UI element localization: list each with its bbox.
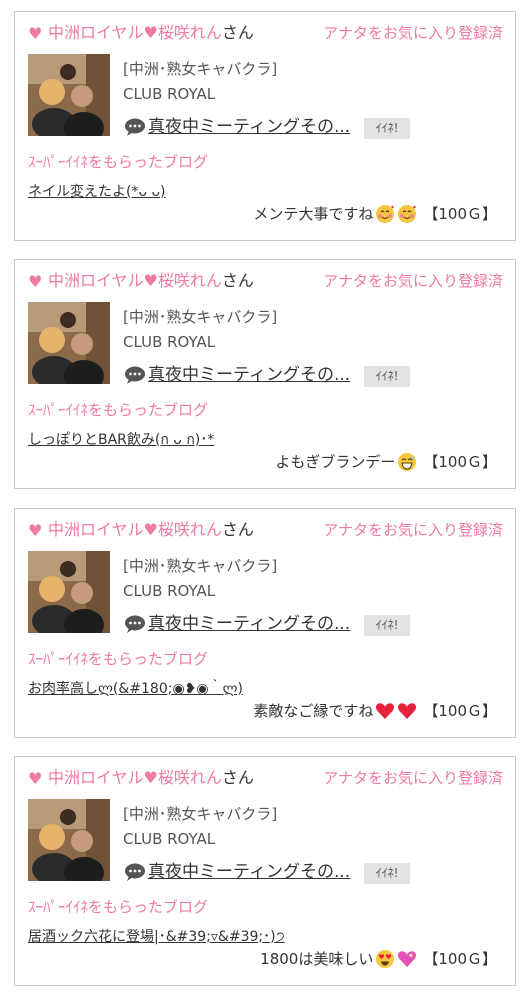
- super-iine-label: ｽｰﾊﾟｰｲｲﾈをもらったブログ: [28, 898, 209, 916]
- cast-name-link[interactable]: 中洲ロイヤル♥桜咲れんさん: [48, 767, 254, 789]
- cast-name-link[interactable]: 中洲ロイヤル♥桜咲れんさん: [48, 22, 254, 44]
- gift-comment: 素敵なご縁ですね 【100Ｇ】: [253, 699, 497, 723]
- heart-icon: ♥: [28, 272, 43, 291]
- gift-comment: よもぎブランデー 【100Ｇ】: [275, 450, 497, 474]
- iine-button[interactable]: ｲｲﾈ!: [364, 118, 410, 139]
- shop-name: 中洲ロイヤル: [48, 520, 144, 539]
- cast-photo[interactable]: [28, 302, 110, 384]
- super-iine-card: ♥ 中洲ロイヤル♥桜咲れんさん アナタをお気に入り登録済 [中洲･熟女キャバクラ…: [14, 11, 516, 241]
- post-title-link[interactable]: お肉率高しლ(&#180;◉❥◉｀ლ): [28, 679, 243, 699]
- red-heart-emoji: [376, 703, 395, 719]
- honorific: さん: [221, 520, 254, 539]
- favorite-status: アナタをお気に入り登録済: [323, 769, 503, 787]
- club-name: CLUB ROYAL: [123, 333, 216, 351]
- super-iine-card: ♥ 中洲ロイヤル♥桜咲れんさん アナタをお気に入り登録済 [中洲･熟女キャバクラ…: [14, 259, 516, 489]
- super-iine-label: ｽｰﾊﾟｰｲｲﾈをもらったブログ: [28, 401, 209, 419]
- blog-title-link[interactable]: 真夜中ミーティングその...: [148, 363, 350, 387]
- shop-category: [中洲･熟女キャバクラ]: [123, 805, 278, 823]
- post-title-link[interactable]: 居酒ック六花に登場|･&#39;▿&#39;･)੭: [28, 927, 285, 947]
- cast-name: 桜咲れん: [157, 271, 222, 290]
- heart-icon: ♥: [143, 768, 158, 787]
- post-title-link[interactable]: ネイル変えたよ(*ᴗ ᴗ): [28, 182, 166, 202]
- honorific: さん: [221, 271, 254, 290]
- favorite-status: アナタをお気に入り登録済: [323, 521, 503, 539]
- blog-title-link[interactable]: 真夜中ミーティングその...: [148, 115, 350, 139]
- club-name: CLUB ROYAL: [123, 830, 216, 848]
- cast-name-link[interactable]: 中洲ロイヤル♥桜咲れんさん: [48, 270, 254, 292]
- comment-text: 1800は美味しい: [260, 950, 374, 968]
- gift-comment: 1800は美味しい 【100Ｇ】: [260, 947, 497, 971]
- speech-bubble-icon: [125, 118, 145, 136]
- shop-category: [中洲･熟女キャバクラ]: [123, 308, 278, 326]
- gift-comment: メンテ大事ですね 【100Ｇ】: [253, 202, 497, 226]
- heart-icon: ♥: [143, 520, 158, 539]
- comment-text: よもぎブランデー: [275, 453, 396, 471]
- favorite-status: アナタをお気に入り登録済: [323, 24, 503, 42]
- super-iine-card: ♥ 中洲ロイヤル♥桜咲れんさん アナタをお気に入り登録済 [中洲･熟女キャバクラ…: [14, 508, 516, 738]
- comment-text: メンテ大事ですね: [253, 205, 374, 223]
- heart-icon: ♥: [28, 769, 43, 788]
- post-title-link[interactable]: しっぽりとBAR飲み(ก ᴗ ก)･*: [28, 430, 214, 450]
- speech-bubble-icon: [125, 366, 145, 384]
- super-iine-card: ♥ 中洲ロイヤル♥桜咲れんさん アナタをお気に入り登録済 [中洲･熟女キャバクラ…: [14, 756, 516, 986]
- heart-eyes-emoji: [376, 950, 395, 968]
- comment-text: 素敵なご縁ですね: [253, 702, 374, 720]
- reward-amount: 【100Ｇ】: [423, 453, 497, 471]
- cast-name: 桜咲れん: [157, 520, 222, 539]
- reward-amount: 【100Ｇ】: [423, 205, 497, 223]
- grinning-sweat-emoji: [398, 453, 417, 471]
- cast-photo[interactable]: [28, 799, 110, 881]
- smiling-hearts-emoji: [398, 205, 417, 223]
- club-name: CLUB ROYAL: [123, 85, 216, 103]
- sparkling-heart-emoji: [398, 951, 417, 967]
- shop-name: 中洲ロイヤル: [48, 271, 144, 290]
- heart-icon: ♥: [143, 271, 158, 290]
- speech-bubble-icon: [125, 863, 145, 881]
- club-name: CLUB ROYAL: [123, 582, 216, 600]
- cast-name: 桜咲れん: [157, 768, 222, 787]
- heart-icon: ♥: [143, 23, 158, 42]
- shop-category: [中洲･熟女キャバクラ]: [123, 557, 278, 575]
- super-iine-label: ｽｰﾊﾟｰｲｲﾈをもらったブログ: [28, 153, 209, 171]
- iine-button[interactable]: ｲｲﾈ!: [364, 615, 410, 636]
- shop-category: [中洲･熟女キャバクラ]: [123, 60, 278, 78]
- super-iine-label: ｽｰﾊﾟｰｲｲﾈをもらったブログ: [28, 650, 209, 668]
- iine-button[interactable]: ｲｲﾈ!: [364, 366, 410, 387]
- shop-name: 中洲ロイヤル: [48, 768, 144, 787]
- honorific: さん: [221, 768, 254, 787]
- shop-name: 中洲ロイヤル: [48, 23, 144, 42]
- speech-bubble-icon: [125, 615, 145, 633]
- iine-button[interactable]: ｲｲﾈ!: [364, 863, 410, 884]
- cast-name: 桜咲れん: [157, 23, 222, 42]
- cast-name-link[interactable]: 中洲ロイヤル♥桜咲れんさん: [48, 519, 254, 541]
- heart-icon: ♥: [28, 521, 43, 540]
- heart-icon: ♥: [28, 24, 43, 43]
- favorite-status: アナタをお気に入り登録済: [323, 272, 503, 290]
- cast-photo[interactable]: [28, 551, 110, 633]
- reward-amount: 【100Ｇ】: [423, 950, 497, 968]
- blog-title-link[interactable]: 真夜中ミーティングその...: [148, 860, 350, 884]
- reward-amount: 【100Ｇ】: [423, 702, 497, 720]
- honorific: さん: [221, 23, 254, 42]
- cast-photo[interactable]: [28, 54, 110, 136]
- red-heart-emoji: [398, 703, 417, 719]
- smiling-hearts-emoji: [376, 205, 395, 223]
- blog-title-link[interactable]: 真夜中ミーティングその...: [148, 612, 350, 636]
